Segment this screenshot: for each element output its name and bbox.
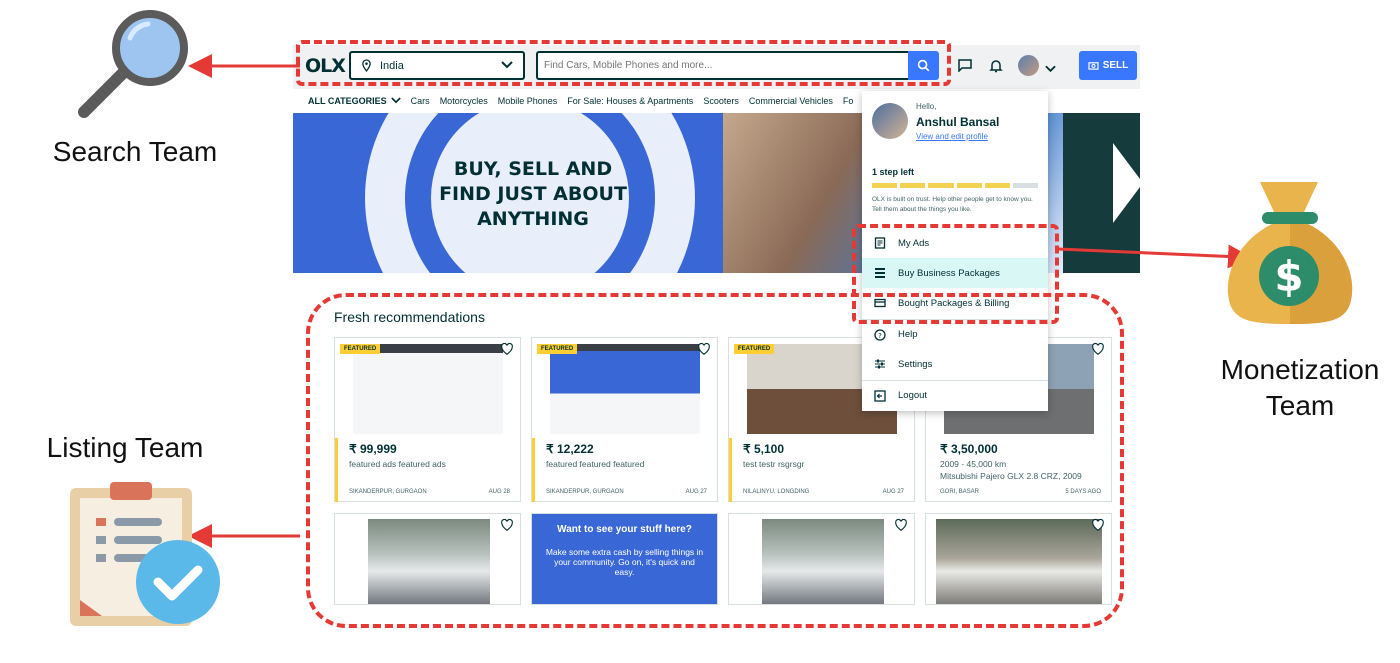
clipboard-check-icon (70, 482, 220, 626)
search-team-label: Search Team (52, 136, 218, 167)
monetization-team-line1: Monetization (1220, 354, 1380, 385)
money-bag-icon: $ (1227, 182, 1353, 324)
svg-text:$: $ (1274, 252, 1303, 301)
monetization-team-label: Monetization Team (1200, 352, 1400, 424)
arrow-to-monetization-team (1057, 244, 1252, 269)
magnifier-icon (78, 10, 188, 118)
listing-team-label: Listing Team (46, 432, 204, 463)
monetization-team-line2: Team (1265, 390, 1335, 421)
